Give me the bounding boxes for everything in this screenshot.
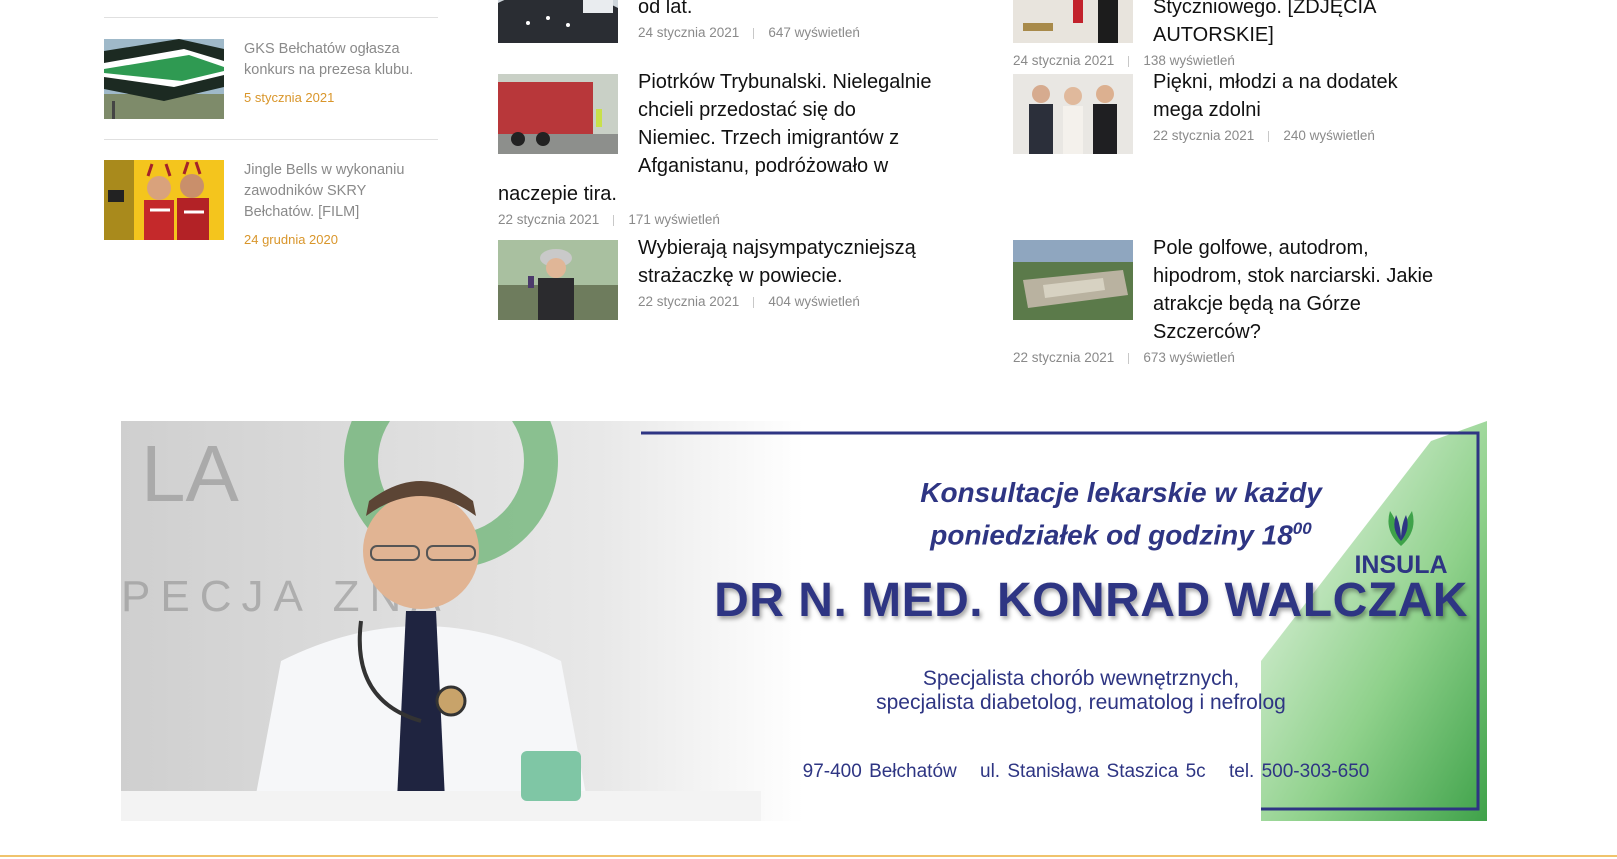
article-views: 240 wyświetleń <box>1283 128 1375 143</box>
sidebar-item-gks-contest[interactable]: GKS Bełchatów ogłasza konkurs na prezesa… <box>104 39 438 121</box>
article-card[interactable]: Pole golfowe, autodrom, hipodrom, stok n… <box>1013 237 1453 365</box>
article-thumbnail-truck[interactable] <box>498 74 618 154</box>
banner-line2: poniedziałek od godziny 1800 <box>930 519 1312 551</box>
footer-divider <box>0 855 1617 857</box>
article-meta: 22 stycznia 2021 171 wyświetleń <box>498 212 938 227</box>
sidebar-item-date: 24 grudnia 2020 <box>244 232 338 247</box>
banner-phone: tel. 500-303-650 <box>1228 761 1370 782</box>
article-views: 138 wyświetleń <box>1143 53 1235 68</box>
sidebar-divider <box>104 17 438 18</box>
ad-banner-doctor[interactable]: LA PECJA ZNA Konsultacje lekarskie w każ… <box>121 421 1487 821</box>
insula-logo: INSULA <box>1351 501 1451 580</box>
banner-consultation-text: Konsultacje lekarskie w każdy poniedział… <box>861 475 1381 553</box>
insula-logo-icon <box>1388 511 1414 546</box>
article-views: 647 wyświetleń <box>768 25 860 40</box>
banner-street: ul. Stanisława Staszica 5c <box>980 761 1206 782</box>
article-thumbnail-car[interactable] <box>498 0 618 43</box>
article-thumbnail-ceremony[interactable] <box>1013 0 1133 43</box>
banner-spec-line1: Specjalista chorób wewnętrznych, <box>922 667 1240 690</box>
article-card[interactable]: od lat. 24 stycznia 2021 647 wyświetleń <box>498 0 938 45</box>
article-card[interactable]: Wybierają najsympatyczniejszą strażaczkę… <box>498 237 938 322</box>
article-thumbnail-people[interactable] <box>1013 74 1133 154</box>
article-date: 24 stycznia 2021 <box>1013 53 1115 68</box>
meta-separator <box>1128 55 1130 67</box>
article-card[interactable]: Styczniowego. [ZDJĘCIA AUTORSKIE] 24 sty… <box>1013 0 1453 68</box>
banner-address: 97-400 Bełchatów ul. Stanisława Staszica… <box>721 761 1451 783</box>
article-views: 171 wyświetleń <box>628 212 720 227</box>
sidebar-item-title[interactable]: Jingle Bells w wykonaniu zawodników SKRY… <box>244 160 438 250</box>
banner-specialization: Specjalista chorób wewnętrznych, specjal… <box>801 667 1361 715</box>
banner-postal: 97-400 Bełchatów <box>802 761 957 782</box>
article-views: 404 wyświetleń <box>768 294 860 309</box>
banner-doctor-name: DR N. MED. KONRAD WALCZAK <box>714 574 1468 627</box>
article-views: 673 wyświetleń <box>1143 350 1235 365</box>
sidebar-thumbnail-players[interactable] <box>104 160 224 240</box>
sidebar-divider <box>104 139 438 140</box>
article-meta: 22 stycznia 2021 673 wyświetleń <box>1013 350 1453 365</box>
sidebar-item-title[interactable]: GKS Bełchatów ogłasza konkurs na prezesa… <box>244 39 438 108</box>
article-thumbnail-aerial[interactable] <box>1013 240 1133 320</box>
article-date: 22 stycznia 2021 <box>498 212 600 227</box>
article-thumbnail-firefighter[interactable] <box>498 240 618 320</box>
article-date: 24 stycznia 2021 <box>638 25 740 40</box>
article-date: 22 stycznia 2021 <box>1013 350 1115 365</box>
sidebar-item-date: 5 stycznia 2021 <box>244 90 335 105</box>
meta-separator <box>753 296 755 308</box>
meta-separator <box>1128 352 1130 364</box>
article-card[interactable]: Piękni, młodzi a na dodatek mega zdolni … <box>1013 71 1453 156</box>
banner-spec-line2: specjalista diabetolog, reumatolog i nef… <box>876 691 1286 714</box>
meta-separator <box>1268 130 1270 142</box>
banner-line1: Konsultacje lekarskie w każdy <box>920 477 1322 508</box>
article-card[interactable]: Piotrków Trybunalski. Nielegalnie chciel… <box>498 71 938 227</box>
article-meta: 24 stycznia 2021 138 wyświetleń <box>1013 53 1453 68</box>
article-date: 22 stycznia 2021 <box>638 294 740 309</box>
meta-separator <box>753 27 755 39</box>
meta-separator <box>613 214 615 226</box>
sidebar-item-jingle-bells[interactable]: Jingle Bells w wykonaniu zawodników SKRY… <box>104 160 438 247</box>
article-date: 22 stycznia 2021 <box>1153 128 1255 143</box>
sidebar-thumbnail-flag[interactable] <box>104 39 224 119</box>
svg-text:LA: LA <box>141 429 239 518</box>
